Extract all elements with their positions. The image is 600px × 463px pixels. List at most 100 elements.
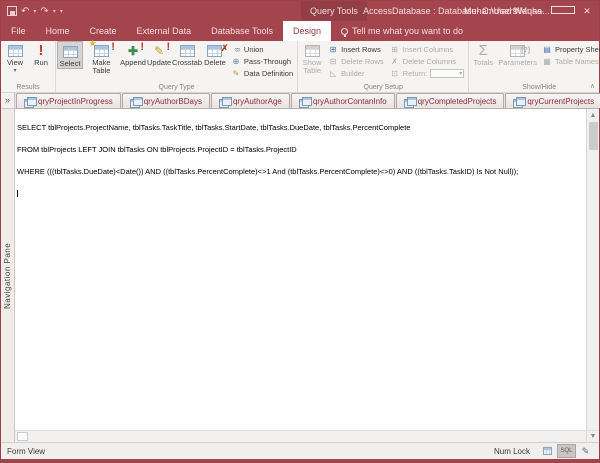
num-lock-indicator: Num Lock [493,446,530,456]
select-query-button[interactable]: Select [57,41,83,69]
delete-rows-label: Delete Rows [341,57,384,66]
expand-navigation-pane-icon[interactable]: » [1,93,14,109]
collapse-ribbon-icon[interactable]: ∧ [590,82,595,90]
property-sheet-label: Property Sheet [555,45,600,54]
builder-button[interactable]: ◺ Builder [328,68,384,79]
close-button[interactable]: ✕ [575,6,599,17]
sql-line: WHERE (((tblTasks.DueDate)<Date()) AND (… [17,166,519,176]
tab-home[interactable]: Home [36,21,80,41]
insert-rows-button[interactable]: ⊞ Insert Rows [328,44,384,55]
minimize-button[interactable]: — [527,6,551,16]
vertical-scroll-thumb[interactable] [588,122,598,150]
table-names-button[interactable]: ▦ Table Names [542,56,600,67]
tab-qryprojectinprogress[interactable]: qryProjectInProgress [16,93,121,108]
crosstab-button[interactable]: Crosstab [172,41,202,67]
insert-rows-icon: ⊞ [329,45,337,54]
help-button[interactable]: ? [503,6,527,16]
sql-line: SELECT tblProjects.ProjectName, tblTasks… [17,123,411,133]
question-mark-icon: [?] [521,47,531,54]
tell-me-label: Tell me what you want to do [351,26,464,36]
tab-external-data[interactable]: External Data [127,21,202,41]
object-tab-label: qryCompletedProjects [417,96,497,106]
customize-qat-icon[interactable]: ▾ [60,8,63,15]
update-label: Update [147,58,172,67]
delete-rows-button[interactable]: ⊟ Delete Rows [328,56,384,67]
return-combobox[interactable]: ▾ [430,69,465,78]
save-icon[interactable] [7,6,17,16]
object-tab-label: qryAuthorAge [232,96,282,106]
view-dropdown-icon: ▾ [13,68,17,74]
delete-columns-button[interactable]: ✗ Delete Columns [390,56,465,67]
crosstab-label: Crosstab [172,58,203,67]
tab-create[interactable]: Create [80,21,127,41]
horizontal-scroll-thumb[interactable] [17,432,28,441]
tab-database-tools[interactable]: Database Tools [201,21,283,41]
insert-columns-button[interactable]: ⊞ Insert Columns [390,44,465,55]
view-button[interactable]: View ▾ [2,41,28,75]
undo-icon[interactable]: ↶ [21,6,29,17]
combo-dropdown-icon: ▾ [459,71,463,77]
title-bar: ↶ ▾ ↷ ▾ ▾ Query Tools AccessDatabase : Dat… [1,1,599,21]
tell-me-box[interactable]: Tell me what you want to do [331,21,473,41]
undo-dropdown-icon[interactable]: ▾ [33,8,36,15]
scroll-up-icon[interactable]: ▲ [590,109,597,122]
tab-qryauthorcontaninfo[interactable]: qryAuthorContanInfo [290,93,395,108]
group-label-query-type: Query Type [158,84,195,91]
sql-view-button[interactable]: SQL [557,444,576,458]
table-names-label: Table Names [555,57,599,66]
data-definition-label: Data Definition [243,69,294,78]
vertical-scrollbar[interactable]: ▲ [586,109,599,430]
parameters-button[interactable]: [?] Parameters [496,41,539,67]
tab-qrycurrentprojects[interactable]: qryCurrentProjects [505,93,600,108]
totals-button[interactable]: Σ Totals [470,41,496,67]
union-button[interactable]: ○○ Union [231,44,293,55]
object-tab-label: qryAuthorContanInfo [312,96,387,106]
property-sheet-button[interactable]: ▤ Property Sheet [542,44,600,55]
object-tab-label: qryProjectInProgress [38,96,113,106]
ribbon: View ▾ ! Run Results Select ★! Make Tabl… [1,39,600,93]
exclamation-mark-icon: ! [166,41,171,53]
scroll-down-icon[interactable]: ▼ [586,431,599,442]
object-tab-label: qryAuthorBDays [143,96,202,106]
group-query-type: Select ★! Make Table ✚! Append ✎! Update… [56,39,299,92]
query-icon [513,96,527,108]
append-button[interactable]: ✚! Append [120,41,146,67]
builder-icon: ◺ [330,69,337,78]
tab-qryauthorbdays[interactable]: qryAuthorBDays [121,93,210,108]
horizontal-scrollbar[interactable]: ▼ [15,430,599,442]
exclamation-mark-icon: ! [140,41,145,53]
maximize-button[interactable] [551,6,575,16]
redo-dropdown-icon[interactable]: ▾ [53,8,56,15]
design-view-button[interactable]: ✎ [576,444,595,458]
query-icon [218,96,232,108]
tab-file[interactable]: File [1,21,36,41]
sql-editor[interactable]: SELECT tblProjects.ProjectName, tblTasks… [15,109,586,430]
make-table-button[interactable]: ★! Make Table [83,39,120,75]
tab-design[interactable]: Design [282,21,331,41]
delete-rows-icon: ⊟ [329,57,337,66]
insert-columns-label: Insert Columns [402,45,454,54]
text-caret [17,190,18,198]
horizontal-scroll-track[interactable] [15,431,586,442]
delete-query-button[interactable]: ✗ Delete [202,41,228,67]
select-label: Select [59,59,81,68]
group-query-setup: Show Table ⊞ Insert Rows ⊟ Delete Rows ◺… [298,41,470,92]
crosstab-icon [179,44,195,57]
data-definition-button[interactable]: ✎ Data Definition [231,68,294,79]
pass-through-label: Pass-Through [243,57,292,66]
datasheet-view-button[interactable] [538,444,557,458]
tab-qrycompletedprojects[interactable]: qryCompletedProjects [395,93,505,108]
query-icon [129,96,143,108]
show-table-icon [304,44,320,57]
datasheet-view-icon [543,447,552,455]
show-table-button[interactable]: Show Table [299,41,325,75]
star-mark-icon: ★ [88,39,97,48]
contextual-tab-header: Query Tools [301,1,367,21]
update-button[interactable]: ✎! Update [146,41,172,67]
redo-icon[interactable]: ↷ [40,6,48,17]
run-button[interactable]: ! Run [28,41,54,67]
tab-qryauthorage[interactable]: qryAuthorAge [210,93,290,108]
pass-through-button[interactable]: ⊕ Pass-Through [231,56,293,67]
navigation-pane-collapsed[interactable]: » Navigation Pane [1,93,15,442]
group-label-show-hide: Show/Hide [522,84,557,91]
